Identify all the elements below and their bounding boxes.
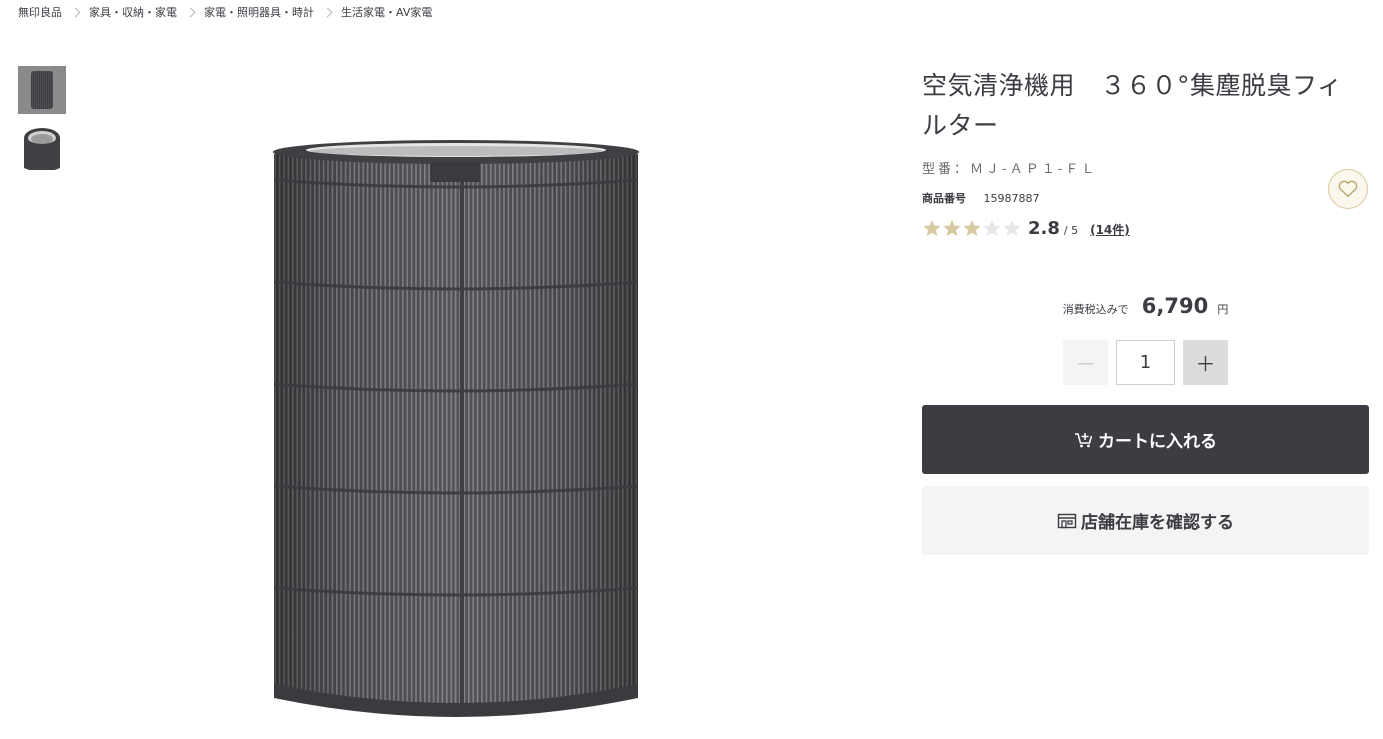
product-number: 商品番号 15987887 [922,190,1040,206]
breadcrumb-item-household[interactable]: 生活家電・AV家電 [341,4,432,20]
rating-score: 2.8 [1028,218,1060,239]
quantity-input[interactable]: 1 [1116,340,1175,385]
breadcrumb-item-appliances[interactable]: 家電・照明器具・時計 [204,4,314,20]
star-rating [922,219,1022,237]
model-number: 型番：ＭＪ‐ＡＰ１‐ＦＬ [922,162,1098,177]
star-icon [923,220,941,236]
thumbnail-front[interactable] [18,66,66,114]
breadcrumb-item-muji[interactable]: 無印良品 [18,4,62,20]
rating-out-of: / 5 [1063,224,1079,237]
quantity-stepper: － 1 ＋ [1063,340,1228,385]
star-icon [1003,220,1021,236]
favorite-button[interactable] [1328,169,1368,209]
quantity-decrease-button[interactable]: － [1063,340,1108,385]
chevron-right-icon [70,7,81,17]
heart-icon [1338,180,1358,198]
price-amount: 6,790 [1141,294,1209,318]
product-title: 空気清浄機用 ３６０°集塵脱臭フィルター [922,71,1343,140]
chevron-right-icon [185,7,196,17]
product-main-image [273,140,639,717]
chevron-right-icon [322,7,333,17]
product-number-value: 15987887 [983,192,1040,205]
check-store-stock-button[interactable]: 店舗在庫を確認する [922,486,1369,555]
breadcrumb-item-furniture[interactable]: 家具・収納・家電 [89,4,177,20]
quantity-increase-button[interactable]: ＋ [1183,340,1228,385]
price: 消費税込みで 6,790 円 [922,294,1369,318]
add-to-cart-button[interactable]: カートに入れる [922,405,1369,474]
filter-top-thumbnail-image [24,128,60,170]
check-store-stock-label: 店舗在庫を確認する [1081,513,1234,533]
filter-thumbnail-image [31,71,53,109]
currency-label: 円 [1217,303,1229,316]
thumbnail-top[interactable] [18,122,66,170]
product-number-label: 商品番号 [922,192,966,205]
cart-plus-icon [1074,431,1094,449]
add-to-cart-label: カートに入れる [1098,432,1217,452]
star-icon [963,220,981,236]
star-icon [943,220,961,236]
breadcrumb: 無印良品 家具・収納・家電 家電・照明器具・時計 生活家電・AV家電 [18,4,432,20]
review-count-link[interactable]: (14件) [1090,221,1130,238]
tax-label: 消費税込みで [1062,303,1129,316]
rating: 2.8 / 5 (14件) [922,216,1130,239]
thumbnail-list [18,66,66,178]
star-icon [983,220,1001,236]
store-icon [1057,512,1077,530]
